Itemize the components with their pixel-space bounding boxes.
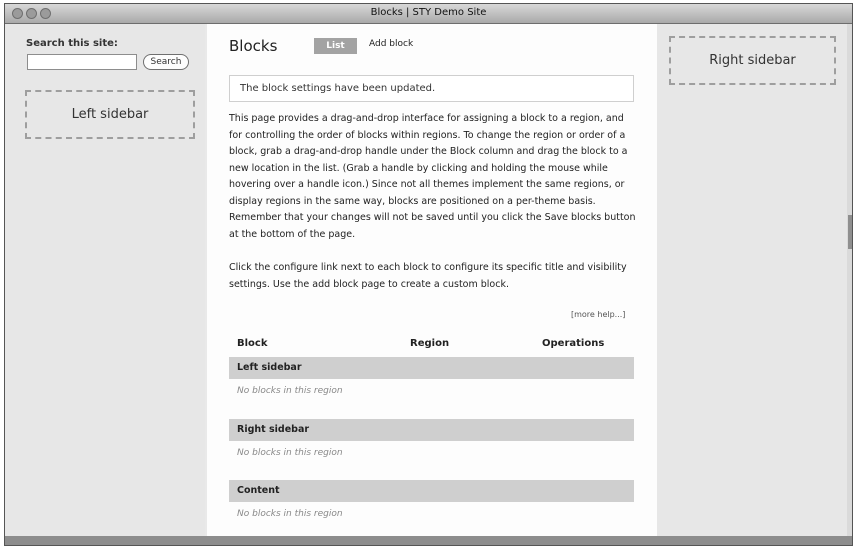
column-header-region: Region (410, 338, 450, 349)
region-row-content: Content (229, 480, 634, 502)
status-message: The block settings have been updated. (229, 75, 634, 102)
empty-region-message: No blocks in this region (237, 386, 343, 396)
main-content: Blocks List Add block The block settings… (207, 24, 657, 536)
tab-add-block[interactable]: Add block (369, 39, 413, 49)
search-input[interactable] (27, 54, 137, 70)
search-label: Search this site: (26, 38, 118, 49)
title-bar: Blocks | STY Demo Site (5, 4, 852, 24)
window-bottom-bar (5, 536, 852, 545)
tab-list[interactable]: List (314, 38, 357, 54)
left-sidebar-region: Left sidebar (25, 90, 195, 139)
window-title: Blocks | STY Demo Site (370, 7, 487, 18)
region-row-right-sidebar: Right sidebar (229, 419, 634, 441)
empty-region-message: No blocks in this region (237, 448, 343, 458)
column-header-block: Block (237, 338, 268, 349)
column-header-operations: Operations (542, 338, 605, 349)
help-text: This page provides a drag-and-drop inter… (229, 113, 636, 240)
more-help-link[interactable]: [more help...] (571, 310, 625, 319)
browser-window: Blocks | STY Demo Site Search this site:… (4, 3, 853, 546)
region-row-left-sidebar: Left sidebar (229, 357, 634, 379)
left-sidebar: Search this site: Search Left sidebar (5, 24, 205, 545)
right-sidebar: Right sidebar (657, 24, 852, 545)
empty-region-message: No blocks in this region (237, 509, 343, 519)
help-text-secondary: Click the configure link next to each bl… (229, 262, 627, 290)
page-title: Blocks (229, 37, 278, 55)
scrollbar-thumb[interactable] (848, 215, 852, 249)
vertical-scrollbar[interactable] (847, 24, 852, 536)
right-sidebar-region: Right sidebar (669, 36, 836, 85)
search-button[interactable]: Search (143, 54, 189, 70)
